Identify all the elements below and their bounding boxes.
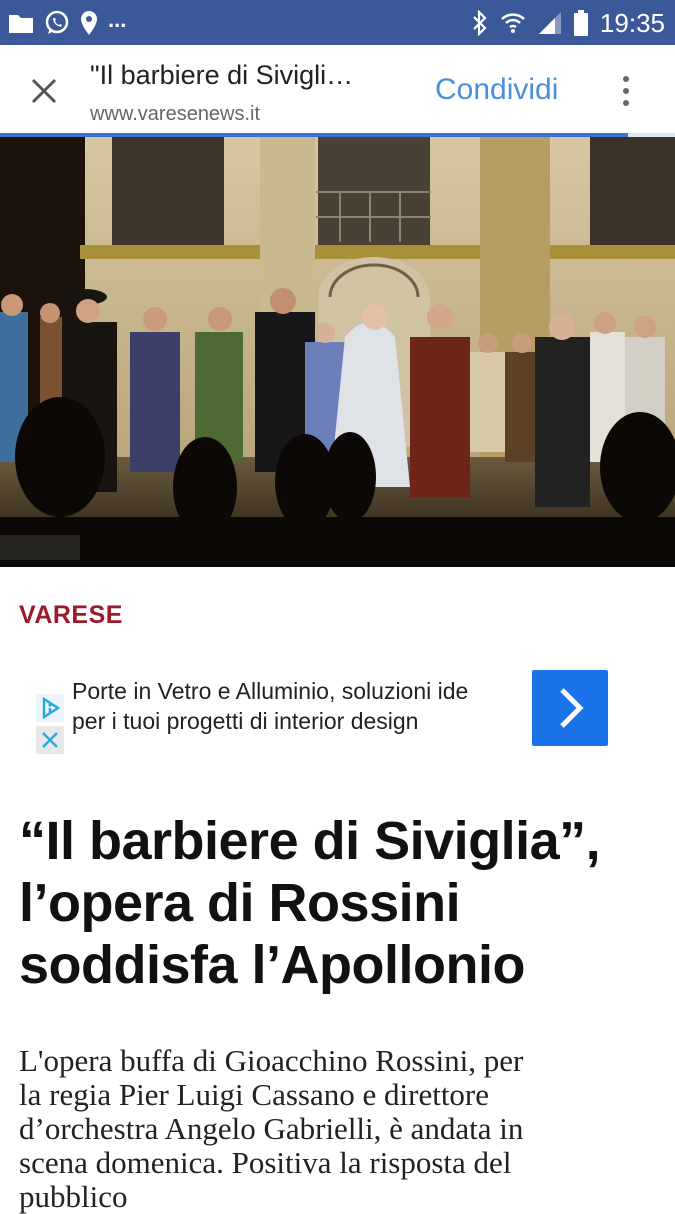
status-bar: ... 19:35 [0, 0, 675, 45]
headline-line: l’opera di Rossini [19, 873, 461, 933]
status-left-icons: ... [8, 7, 127, 37]
lead-line: scena domenica. Positiva la risposta del [19, 1145, 512, 1180]
status-overflow: ... [108, 7, 127, 32]
wifi-icon [501, 13, 525, 33]
page-title: "Il barbiere di Sivigli… [90, 60, 354, 90]
adchoices-icon[interactable] [36, 694, 64, 722]
lead-line: d’orchestra Angelo Gabrielli, è andata i… [19, 1111, 524, 1146]
hero-image[interactable] [0, 137, 675, 567]
photo-opera-stage [0, 137, 675, 567]
battery-icon [573, 10, 588, 36]
status-time: 19:35 [599, 7, 665, 38]
lead-line: pubblico [19, 1179, 128, 1214]
status-right-icons: 19:35 [472, 8, 665, 38]
folder-icon [9, 15, 33, 33]
ad-open-button[interactable] [532, 670, 608, 746]
ad-line-2: per i tuoi progetti di interior design [72, 708, 419, 734]
share-button[interactable]: Condividi [435, 73, 558, 107]
headline-line: soddisfa l’Apollonio [19, 935, 525, 995]
chevron-right-icon [560, 688, 584, 728]
page-url: www.varesenews.it [90, 103, 261, 125]
ad-text-fade [496, 670, 536, 750]
whatsapp-icon [45, 10, 69, 34]
article-lead: L'opera buffa di Gioacchino Rossini, per… [19, 1044, 659, 1214]
ad-text[interactable]: Porte in Vetro e Alluminio, soluzioni id… [72, 676, 532, 736]
article-headline: “Il barbiere di Siviglia”, l’opera di Ro… [19, 810, 659, 996]
ad-banner[interactable]: Porte in Vetro e Alluminio, soluzioni id… [36, 670, 608, 756]
headline-line: “Il barbiere di Siviglia”, [19, 811, 601, 871]
lead-line: L'opera buffa di Gioacchino Rossini, per [19, 1043, 524, 1078]
more-options-icon[interactable] [614, 73, 638, 109]
location-icon [81, 11, 97, 35]
ad-line-1: Porte in Vetro e Alluminio, soluzioni id… [72, 678, 469, 704]
signal-icon [538, 12, 561, 34]
close-icon[interactable] [28, 75, 60, 107]
ad-close-icon[interactable] [36, 726, 64, 754]
bluetooth-icon [473, 10, 487, 36]
article-category[interactable]: VARESE [19, 601, 123, 630]
browser-header: "Il barbiere di Sivigli… www.varesenews.… [0, 45, 675, 136]
lead-line: la regia Pier Luigi Cassano e direttore [19, 1077, 490, 1112]
